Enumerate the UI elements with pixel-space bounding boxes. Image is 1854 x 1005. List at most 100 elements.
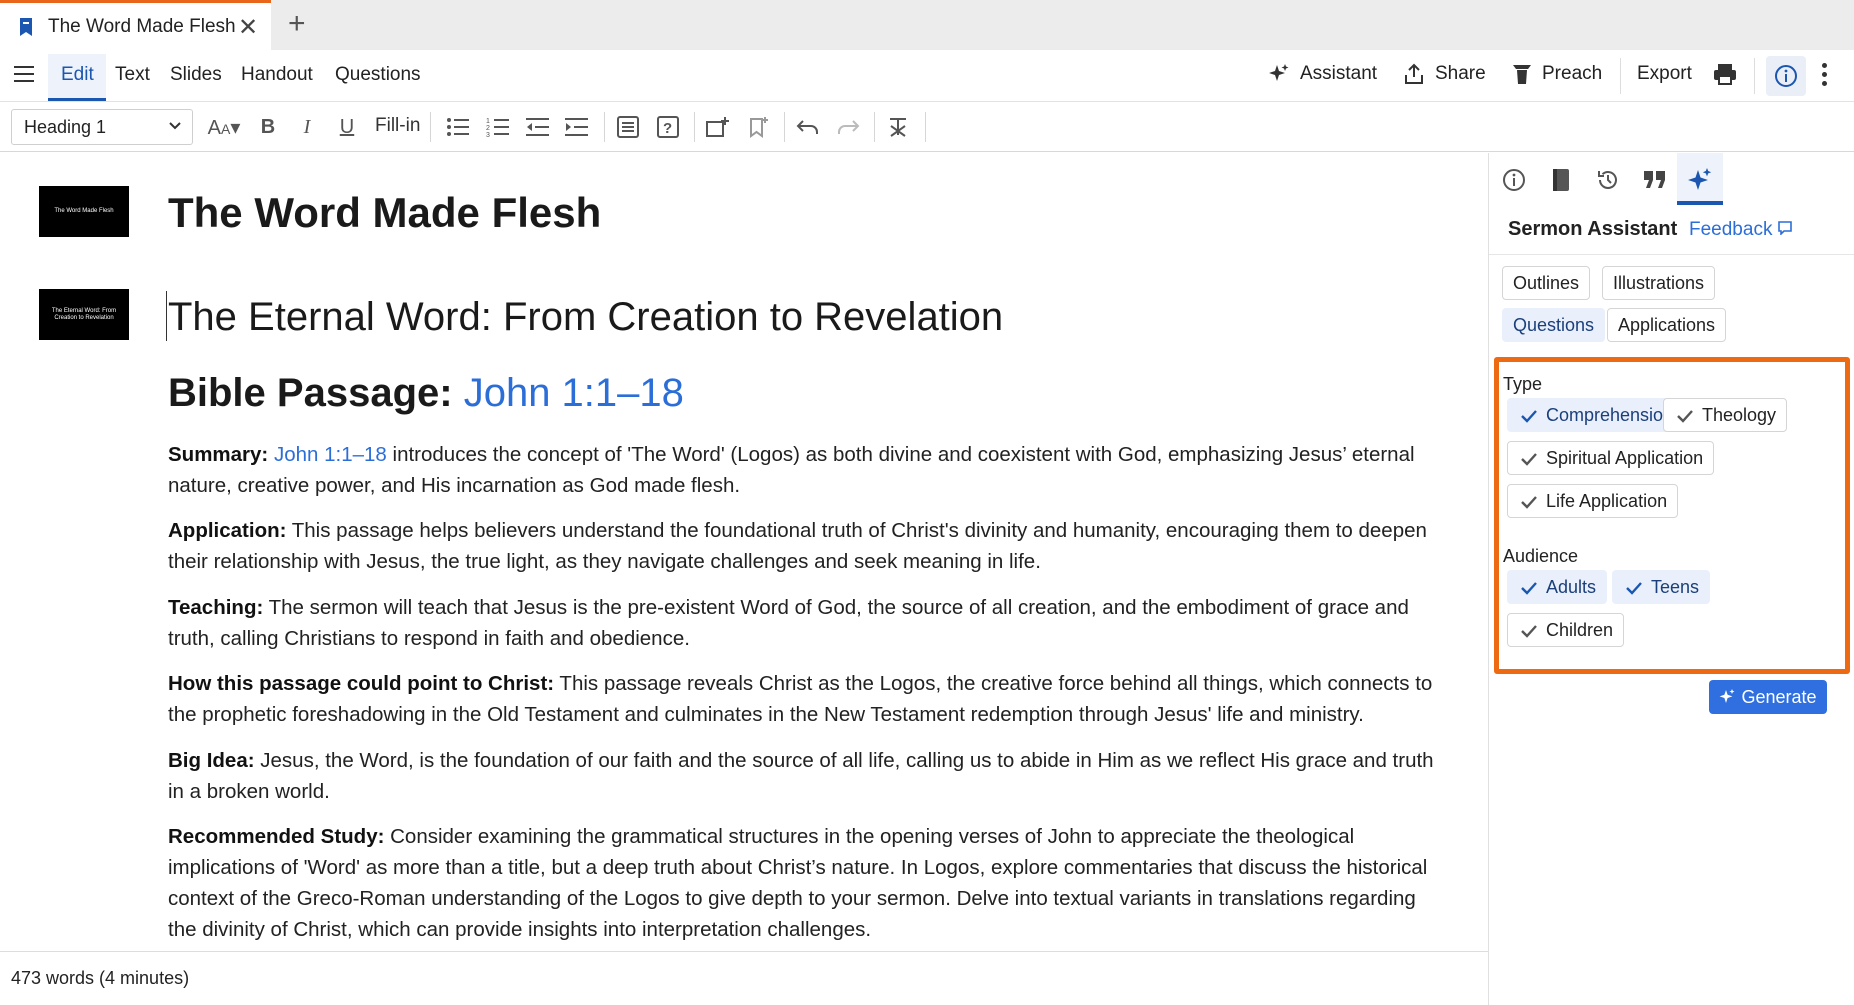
category-applications[interactable]: Applications	[1607, 308, 1727, 342]
menu-edit[interactable]: Edit	[61, 64, 94, 86]
more-options-icon[interactable]	[1822, 63, 1828, 90]
menu-slides[interactable]: Slides	[170, 64, 222, 86]
slide-thumbnail[interactable]: The Eternal Word: From Creation to Revel…	[39, 289, 129, 340]
type-option-theology[interactable]: Theology	[1663, 398, 1788, 432]
recommended-study-paragraph[interactable]: Recommended Study: Consider examining th…	[168, 821, 1448, 945]
teaching-label: Teaching:	[168, 596, 264, 619]
panel-quotes-tab[interactable]	[1640, 165, 1670, 195]
type-option-life-application[interactable]: Life Application	[1507, 484, 1679, 518]
insert-slide-icon[interactable]	[705, 114, 731, 140]
type-option-label: Spiritual Application	[1546, 448, 1704, 468]
panel-assistant-tab[interactable]	[1685, 165, 1715, 195]
close-tab-icon[interactable]: ✕	[238, 13, 258, 42]
toolbar-separator	[925, 112, 926, 142]
clear-formatting-icon[interactable]	[885, 114, 911, 140]
audience-option-label: Adults	[1546, 577, 1597, 597]
print-button[interactable]	[1713, 63, 1747, 85]
passage-label: Bible Passage:	[168, 371, 453, 415]
toolbar-separator	[874, 112, 875, 142]
assistant-label: Assistant	[1300, 63, 1378, 84]
preach-button[interactable]: Preach	[1512, 63, 1602, 85]
redo-icon[interactable]	[835, 114, 861, 140]
teaching-paragraph[interactable]: Teaching: The sermon will teach that Jes…	[168, 592, 1448, 654]
passage-reference-link[interactable]: John 1:1–18	[464, 371, 684, 415]
checkmark-icon	[1626, 582, 1642, 595]
history-icon	[1598, 171, 1617, 189]
insert-question-icon[interactable]: ?	[655, 114, 681, 140]
checkmark-icon	[1521, 582, 1537, 595]
font-size-icon[interactable]: AA▾	[204, 114, 244, 140]
podium-icon	[1513, 65, 1531, 84]
undo-icon[interactable]	[795, 114, 821, 140]
type-label: Type	[1503, 374, 1543, 394]
notebook-icon	[1553, 169, 1569, 191]
bold-icon[interactable]: B	[255, 114, 281, 140]
svg-text:2: 2	[486, 125, 490, 132]
menu-questions[interactable]: Questions	[335, 64, 421, 86]
export-button[interactable]: Export	[1637, 63, 1692, 85]
underline-icon[interactable]: U	[334, 114, 360, 140]
big-idea-text: Jesus, the Word, is the foundation of ou…	[168, 749, 1434, 803]
checkmark-icon	[1521, 453, 1537, 466]
outdent-icon[interactable]	[525, 114, 551, 140]
category-questions[interactable]: Questions	[1502, 308, 1606, 342]
audience-option-teens[interactable]: Teens	[1612, 570, 1711, 604]
export-label: Export	[1637, 63, 1692, 84]
document-editor[interactable]: The Word Made Flesh The Eternal Word: Fr…	[0, 153, 1488, 951]
hamburger-menu-icon[interactable]	[14, 66, 34, 84]
summary-paragraph[interactable]: Summary: John 1:1–18 introduces the conc…	[168, 439, 1448, 501]
feedback-label: Feedback	[1689, 219, 1773, 240]
paragraph-style-select[interactable]: Heading 1	[11, 109, 193, 145]
category-outlines[interactable]: Outlines	[1502, 266, 1591, 300]
category-illustrations[interactable]: Illustrations	[1602, 266, 1716, 300]
audience-option-label: Children	[1546, 620, 1614, 640]
generate-button[interactable]: Generate	[1709, 680, 1827, 714]
document-title[interactable]: The Word Made Flesh	[168, 189, 601, 237]
sparkle-icon	[1688, 168, 1712, 190]
menu-handout[interactable]: Handout	[241, 64, 313, 86]
application-label: Application:	[168, 519, 287, 542]
panel-info-tab[interactable]	[1499, 165, 1529, 195]
type-option-label: Theology	[1702, 405, 1777, 425]
numbered-list-icon[interactable]: 123	[485, 114, 511, 140]
feedback-icon	[1777, 221, 1792, 236]
share-icon	[1405, 63, 1423, 84]
assistant-button[interactable]: Assistant	[1268, 63, 1377, 85]
toolbar-separator	[694, 112, 695, 142]
info-icon	[1775, 65, 1797, 87]
application-paragraph[interactable]: Application: This passage helps believer…	[168, 515, 1448, 577]
point-to-christ-paragraph[interactable]: How this passage could point to Christ: …	[168, 668, 1448, 730]
status-bar: 473 words (4 minutes)	[0, 951, 1488, 1005]
toolbar-separator	[784, 112, 785, 142]
checkmark-icon	[1521, 410, 1537, 423]
audience-option-children[interactable]: Children	[1507, 613, 1625, 647]
new-tab-icon[interactable]: +	[288, 6, 306, 42]
menu-separator	[1754, 58, 1755, 94]
big-idea-paragraph[interactable]: Big Idea: Jesus, the Word, is the founda…	[168, 745, 1448, 807]
insert-block-icon[interactable]	[615, 114, 641, 140]
info-button[interactable]	[1766, 56, 1806, 96]
type-option-spiritual-application[interactable]: Spiritual Application	[1507, 441, 1715, 475]
share-button[interactable]: Share	[1403, 63, 1486, 85]
panel-history-tab[interactable]	[1593, 165, 1623, 195]
slide-thumbnail[interactable]: The Word Made Flesh	[39, 186, 129, 237]
italic-icon[interactable]: I	[294, 114, 320, 140]
fill-in-button[interactable]: Fill-in	[375, 115, 420, 137]
bookmark-icon[interactable]	[745, 114, 771, 140]
summary-reference-link[interactable]: John 1:1–18	[274, 443, 387, 466]
sermon-title[interactable]: The Eternal Word: From Creation to Revel…	[168, 295, 1003, 340]
options-highlight: Type Comprehension Theology Spiritual Ap…	[1494, 357, 1850, 674]
bullet-list-icon[interactable]	[445, 114, 471, 140]
share-label: Share	[1435, 63, 1486, 84]
indent-icon[interactable]	[564, 114, 590, 140]
document-tab[interactable]: The Word Made Flesh ✕	[0, 0, 271, 50]
menu-text[interactable]: Text	[115, 64, 150, 86]
type-option-comprehension[interactable]: Comprehension	[1507, 398, 1685, 432]
chevron-down-icon	[169, 122, 181, 130]
panel-notes-tab[interactable]	[1546, 165, 1576, 195]
bible-passage-heading[interactable]: Bible Passage: John 1:1–18	[168, 371, 684, 416]
audience-option-adults[interactable]: Adults	[1507, 570, 1608, 604]
feedback-link[interactable]: Feedback	[1689, 219, 1792, 241]
format-toolbar: Heading 1 AA▾ B I U Fill-in 123 ?	[0, 102, 1854, 152]
type-option-label: Comprehension	[1546, 405, 1674, 425]
